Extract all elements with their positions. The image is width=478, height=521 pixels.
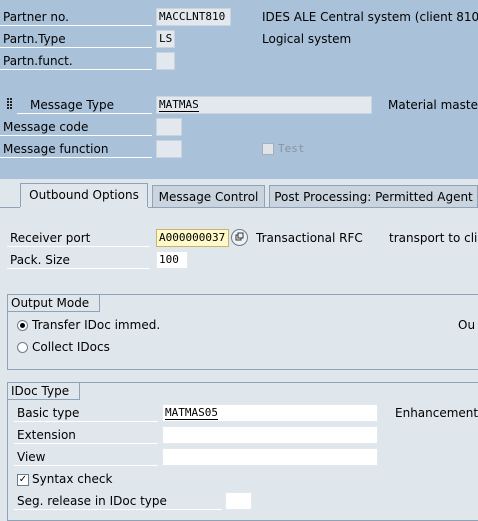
port-type-text: Transactional RFC	[256, 231, 363, 245]
partner-description: IDES ALE Central system (client 810	[262, 10, 478, 24]
pack-size-field[interactable]: 100	[156, 251, 188, 269]
extension-label: Extension	[14, 426, 158, 444]
partner-no-label: Partner no.	[0, 8, 152, 26]
test-label: Test	[278, 142, 305, 155]
extension-field[interactable]	[162, 426, 378, 444]
message-type-description: Material master	[388, 98, 478, 112]
tab-post-processing[interactable]: Post Processing: Permitted Agent	[269, 185, 478, 207]
idoc-type-title: IDoc Type	[8, 383, 81, 400]
receiver-port-label: Receiver port	[7, 229, 150, 247]
message-type-value: MATMAS	[159, 98, 199, 112]
transfer-idoc-radio[interactable]	[17, 320, 28, 331]
partn-type-field[interactable]: LS	[156, 30, 175, 48]
test-checkbox[interactable]	[262, 143, 274, 155]
transfer-idoc-label: Transfer IDoc immed.	[32, 318, 161, 332]
partn-funct-label: Partn.funct.	[0, 52, 152, 70]
basic-type-value: MATMAS05	[165, 406, 218, 420]
syntax-check-checkbox[interactable]: ✓	[17, 474, 29, 486]
collect-idocs-label: Collect IDocs	[32, 340, 110, 354]
seg-release-label: Seg. release in IDoc type	[14, 492, 222, 510]
syntax-check-label: Syntax check	[32, 472, 113, 486]
basic-type-label: Basic type	[14, 404, 158, 422]
view-field[interactable]	[162, 448, 378, 466]
message-function-label: Message function	[0, 140, 152, 158]
message-function-field[interactable]	[156, 140, 182, 158]
partner-no-field[interactable]: MACCLNT810	[156, 8, 231, 26]
pack-size-label: Pack. Size	[7, 251, 150, 269]
seg-release-field[interactable]	[225, 492, 252, 510]
tab-message-control[interactable]: Message Control	[152, 185, 265, 207]
message-code-field[interactable]	[156, 118, 182, 136]
value-help-icon[interactable]	[231, 229, 248, 246]
partn-type-label: Partn.Type	[0, 30, 152, 48]
partn-funct-field[interactable]	[156, 52, 175, 70]
tab-outbound-options[interactable]: Outbound Options	[20, 183, 148, 208]
message-code-label: Message code	[0, 118, 152, 136]
grip-icon	[7, 98, 13, 110]
partn-type-description: Logical system	[262, 32, 352, 46]
output-truncated-text: Ou	[458, 318, 476, 332]
port-description-text: transport to clie	[389, 231, 478, 245]
collect-idocs-radio[interactable]	[17, 342, 28, 353]
view-label: View	[14, 448, 158, 466]
receiver-port-field[interactable]: A000000037	[156, 229, 229, 247]
message-type-field[interactable]: MATMAS	[156, 96, 372, 114]
active-tab-gap	[20, 207, 148, 208]
output-mode-title: Output Mode	[8, 295, 101, 312]
enhancement-label: Enhancement:	[395, 406, 478, 420]
message-type-label: Message Type	[17, 96, 152, 114]
basic-type-field[interactable]: MATMAS05	[162, 404, 378, 422]
